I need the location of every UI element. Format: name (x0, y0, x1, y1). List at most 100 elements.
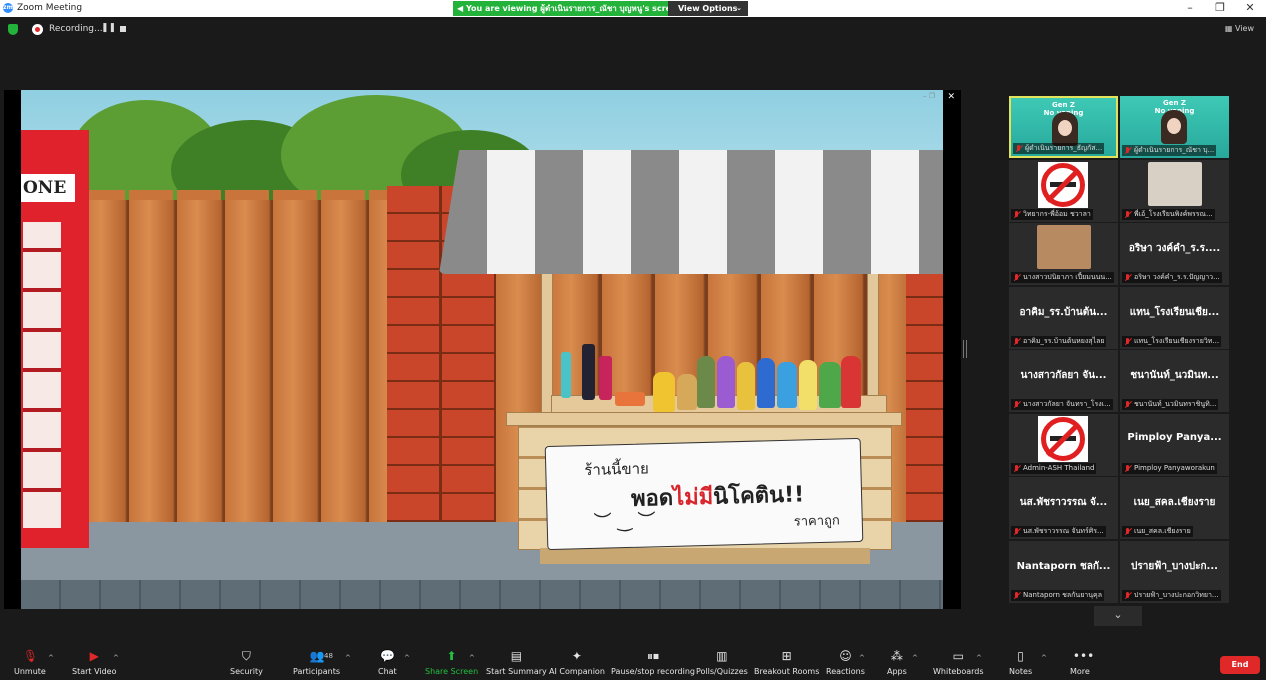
participant-display-name: อาคิม_รร.บ้านต้น... (1019, 307, 1108, 318)
muted-mic-icon (1124, 211, 1132, 219)
participant-tile[interactable]: Nantaporn ชลกั... Nantaporn ชลกันยานุคุล (1009, 541, 1118, 603)
banner-line-2b: ไม่มี (672, 484, 714, 511)
participant-photo (1148, 162, 1202, 206)
chat-caret[interactable]: ^ (404, 654, 410, 662)
vape-device (582, 344, 595, 400)
participant-tile[interactable]: Gen Z No vapingผู้ดำเนินรายการ_ณัชา บุ..… (1120, 96, 1229, 158)
window-title: Zoom Meeting (17, 3, 83, 13)
gallery-scroll-down-button[interactable]: ⌄ (1094, 606, 1142, 626)
no-smoking-icon (1038, 416, 1088, 462)
striped-awning (439, 150, 943, 274)
toy-figure (697, 356, 715, 408)
participant-tile[interactable]: เนย_สคล.เชียงราย เนย_สคล.เชียงราย (1120, 477, 1229, 539)
participant-tile[interactable]: Pimploy Panya... Pimploy Panyaworakun (1120, 414, 1229, 476)
security-shield-icon (8, 24, 18, 35)
whiteboards-caret[interactable]: ^ (976, 654, 982, 662)
splitter-handle[interactable] (963, 340, 967, 358)
more-icon: ••• (1072, 649, 1095, 663)
toy-figure (757, 358, 775, 408)
chat-icon: 💬 (380, 649, 396, 663)
participant-name-label: ชนานันท์_นวมินทราชินูทิ... (1122, 399, 1219, 410)
breakout-rooms-button[interactable]: ⊞ Breakout Rooms (754, 650, 820, 677)
participant-tile[interactable]: ปรายฟ้า_บางปะก... ปรายฟ้า_บางปะกอกวิทยา..… (1120, 541, 1229, 603)
chat-button[interactable]: 💬 Chat (378, 649, 397, 677)
vape-device (615, 392, 645, 406)
participant-name-label: พี่เอ้_โรงเรียนพิงค์พรรณ... (1122, 209, 1215, 220)
participant-display-name: แทน_โรงเรียนเชีย... (1129, 307, 1220, 318)
audio-options-caret[interactable]: ^ (48, 654, 54, 662)
participant-display-name: ชนานันท์_นวมินท... (1130, 370, 1219, 381)
participants-button[interactable]: 👥 Participants (293, 650, 340, 677)
end-meeting-button[interactable]: End (1220, 656, 1260, 674)
security-button[interactable]: ⛉ Security (230, 650, 263, 677)
pause-recording-button[interactable]: ⏸⏹ Pause/stop recording (611, 649, 695, 677)
shared-screen[interactable]: ONE ร้านนี้ขาย พอดไม่มีนิโคติน!! ︶ ‿ ︶ ร… (4, 90, 961, 609)
polls-button[interactable]: ▥ Polls/Quizzes (696, 650, 748, 677)
participant-tile[interactable]: พี่เอ้_โรงเรียนพิงค์พรรณ... (1120, 160, 1229, 222)
counter-base (540, 548, 870, 564)
pause-recording-icon[interactable]: ❚❚ (101, 23, 116, 33)
participant-name-label: นางสาวปนิยาภา เปี้ยมนนน... (1011, 272, 1114, 283)
summary-icon: ▤ (510, 649, 523, 663)
notes-caret[interactable]: ^ (1041, 654, 1047, 662)
participant-tile[interactable]: อาคิม_รร.บ้านต้น... อาคิม_รร.บ้านต้นหยงสุ… (1009, 287, 1118, 349)
participant-tile[interactable]: อริษา วงค์คำ_ร.ร.... อริษา วงค์คำ_ร.ร.ปัญ… (1120, 223, 1229, 285)
participants-count-badge: 48 (324, 652, 333, 660)
muted-mic-icon (1013, 211, 1021, 219)
participant-tile[interactable]: นางสาวกัลยา จัน... นางสาวกัลยา จันทรา_โรง… (1009, 350, 1118, 412)
participant-tile[interactable]: Gen Z No vapingผู้ดำเนินรายการ_ธัญกัส... (1009, 96, 1118, 158)
participant-tile[interactable]: นส.พัชราวรรณ จั... นส.พัชราวรรณ จันทร์ศิร… (1009, 477, 1118, 539)
view-button[interactable]: ▦ View (1225, 24, 1254, 33)
participant-display-name: นางสาวกัลยา จัน... (1020, 370, 1107, 381)
stop-recording-icon[interactable] (120, 26, 126, 32)
apps-button[interactable]: ⁂ Apps (887, 649, 907, 677)
view-options-button[interactable]: View Options ⌄ (668, 1, 748, 16)
participant-tile[interactable]: นางสาวปนิยาภา เปี้ยมนนน... (1009, 223, 1118, 285)
start-video-button[interactable]: ▶ Start Video (72, 650, 117, 677)
participant-name-text: วิทยากร-พี่อ้อม ชวาลา (1023, 210, 1091, 218)
participant-tile[interactable]: แทน_โรงเรียนเชีย... แทน_โรงเรียนเชียงรายว… (1120, 287, 1229, 349)
close-icon[interactable]: ✕ (1243, 1, 1257, 14)
chat-label: Chat (378, 667, 397, 676)
participant-name-label: อาคิม_รร.บ้านต้นหยงสุไลย (1011, 336, 1107, 347)
banner-line-2c: นิโคติน!! (712, 482, 805, 510)
start-summary-button[interactable]: ▤ Start Summary (486, 649, 547, 677)
maximize-icon[interactable]: ❐ (1213, 1, 1227, 14)
more-button[interactable]: ••• More (1070, 649, 1095, 677)
reactions-caret[interactable]: ^ (859, 654, 865, 662)
muted-mic-icon (1013, 592, 1021, 600)
share-screen-icon: ⬆ (446, 649, 457, 663)
notes-button[interactable]: ▯ Notes (1009, 650, 1032, 677)
participant-tile[interactable]: ชนานันท์_นวมินท... ชนานันท์_นวมินทราชินูท… (1120, 350, 1229, 412)
share-caret[interactable]: ^ (469, 654, 475, 662)
chevron-down-icon: ⌄ (736, 4, 742, 12)
vape-device (599, 356, 612, 400)
view-button-label: View (1235, 24, 1254, 33)
participant-name-label: แทน_โรงเรียนเชียงรายวิท... (1122, 336, 1222, 347)
curb (21, 580, 943, 609)
toy-figure (717, 356, 735, 408)
apps-caret[interactable]: ^ (912, 654, 918, 662)
video-options-caret[interactable]: ^ (113, 654, 119, 662)
participant-tile[interactable]: Admin-ASH Thailand (1009, 414, 1118, 476)
close-icon[interactable]: ✕ (947, 92, 955, 102)
view-options-label: View Options (678, 4, 738, 13)
participant-name-text: อาคิม_รร.บ้านต้นหยงสุไลย (1023, 337, 1105, 345)
muted-mic-icon (1013, 528, 1021, 536)
muted-mic-icon (1124, 592, 1132, 600)
apps-icon: ⁂ (890, 649, 903, 663)
participant-name-label: อริษา วงค์คำ_ร.ร.ปัญญาว... (1122, 272, 1222, 283)
breakout-label: Breakout Rooms (754, 667, 820, 676)
meeting-toolbar: 🎙 Unmute ^ ▶ Start Video ^ ⛉ Security 👥 Part… (0, 646, 1266, 680)
zoom-logo-icon: zm (3, 3, 13, 13)
banner-line-1: ร้านนี้ขาย (584, 459, 650, 480)
apps-label: Apps (887, 667, 907, 676)
sparkle-icon: ✦ (571, 649, 582, 663)
ai-companion-button[interactable]: ✦ AI Companion (549, 649, 605, 677)
unmute-button[interactable]: 🎙 Unmute (14, 650, 46, 677)
participant-name-label: เนย_สคล.เชียงราย (1122, 526, 1193, 537)
participant-tile[interactable]: วิทยากร-พี่อ้อม ชวาลา (1009, 160, 1118, 222)
pause-stop-icon: ⏸⏹ (646, 649, 659, 663)
minimize-icon[interactable]: – (1183, 1, 1197, 14)
participants-caret[interactable]: ^ (345, 654, 351, 662)
